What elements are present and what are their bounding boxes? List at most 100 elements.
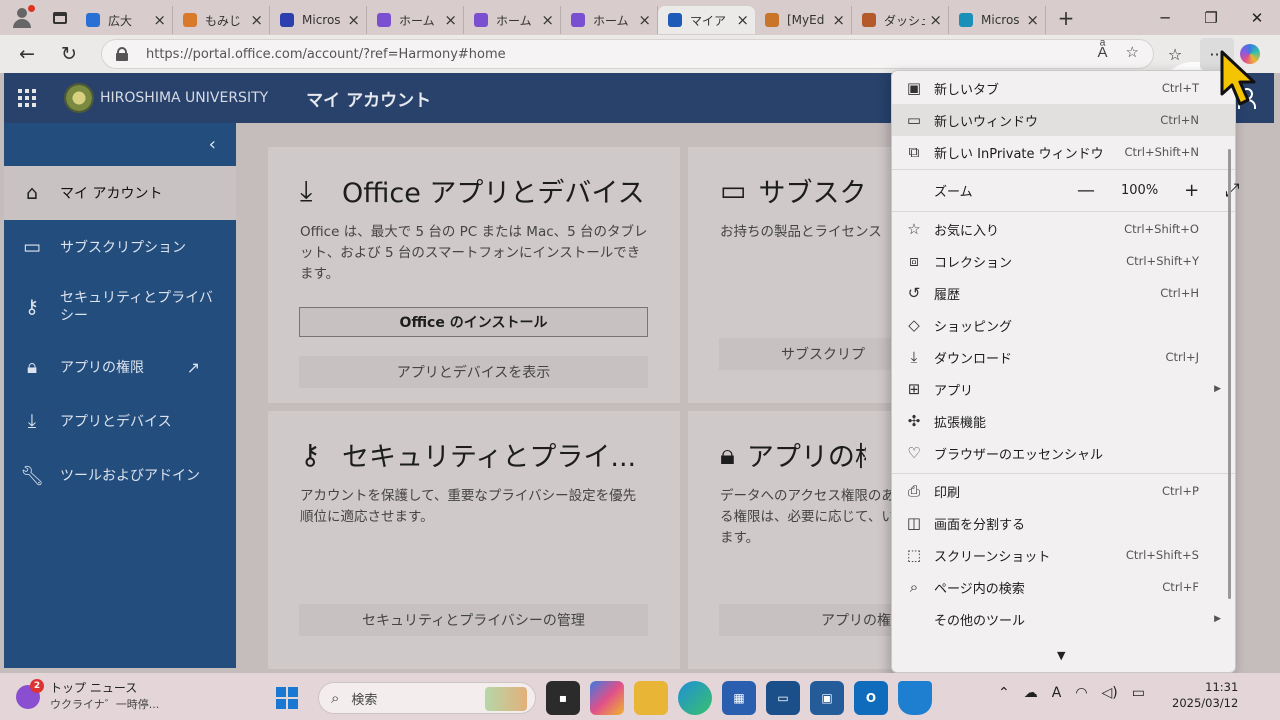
store-app-icon[interactable]: ▦ [722, 681, 756, 715]
menu-item[interactable]: その他のツール ▶ [892, 603, 1235, 635]
back-button[interactable]: ← [6, 35, 48, 73]
defender-app-icon[interactable] [898, 681, 932, 715]
sidebar-item-label: アプリの権限 [60, 360, 144, 376]
subscription-button[interactable]: サブスクリプ [719, 338, 891, 370]
taskbar-search[interactable]: ⌕ 検索 [318, 682, 536, 714]
menu-item[interactable]: ⬚ スクリーンショット Ctrl+Shift+S [892, 539, 1235, 571]
menu-item[interactable]: ▭ 新しいウィンドウ Ctrl+N [892, 104, 1235, 136]
apps-card-title-row: 🔒︎ アプリの権 [720, 435, 866, 474]
new-window-icon: ▭ [906, 111, 922, 129]
lock-icon[interactable] [116, 47, 128, 61]
volume-icon[interactable]: ◁) [1102, 685, 1118, 701]
browser-tab[interactable]: マイア × [658, 6, 755, 34]
close-tab-icon[interactable]: × [832, 11, 845, 29]
app-permissions-button[interactable]: アプリの権 [719, 604, 891, 636]
security-card-title-row: ⚷ セキュリティとプライ... [300, 435, 648, 474]
org-logo[interactable]: HIROSHIMA UNIVERSITY [64, 83, 268, 113]
menu-item[interactable]: ◫ 画面を分割する [892, 507, 1235, 539]
menu-item[interactable]: ⌕ ページ内の検索 Ctrl+F [892, 571, 1235, 603]
minimize-button[interactable]: ─ [1142, 0, 1188, 35]
browser-tab[interactable]: ホーム | × [464, 6, 561, 34]
restore-button[interactable]: ❐ [1188, 0, 1234, 35]
close-tab-icon[interactable]: × [1026, 11, 1039, 29]
tab-actions-icon[interactable] [44, 0, 76, 35]
ime-indicator[interactable]: A [1052, 685, 1062, 701]
menu-item-label: 拡張機能 [934, 415, 987, 431]
menu-item[interactable]: ▣ 新しいタブ Ctrl+T [892, 72, 1235, 104]
install-office-button[interactable]: Office のインストール [299, 307, 648, 337]
teams-app-icon[interactable]: ▣ [810, 681, 844, 715]
news-widget[interactable]: 2 トップ ニュース ウクライナ゛一時停... [16, 679, 159, 712]
external-link-icon: ↗ [186, 357, 200, 377]
zoom-in-button[interactable]: + [1184, 180, 1199, 201]
view-apps-devices-button[interactable]: アプリとデバイスを表示 [299, 356, 648, 388]
menu-item[interactable]: ⧉ 新しい InPrivate ウィンドウ Ctrl+Shift+N [892, 136, 1235, 168]
menu-item[interactable]: ⎙ 印刷 Ctrl+P [892, 475, 1235, 507]
close-tab-icon[interactable]: × [736, 11, 749, 29]
menu-item[interactable]: ◇ ショッピング [892, 309, 1235, 341]
close-tab-icon[interactable]: × [250, 11, 263, 29]
menu-item[interactable]: ↺ 履歴 Ctrl+H [892, 277, 1235, 309]
copilot-app-icon[interactable] [590, 681, 624, 715]
close-tab-icon[interactable]: × [347, 11, 360, 29]
clock-time: 11:31 [1205, 680, 1239, 694]
browser-tab[interactable]: [MyEd × [755, 6, 852, 34]
zoom-out-button[interactable]: — [1077, 180, 1095, 201]
favorites-bar-icon[interactable]: ☆ [1158, 38, 1192, 70]
sidebar-item[interactable]: ⚷ セキュリティとプライバシー [4, 274, 236, 340]
tab-title: 広大 [108, 13, 133, 28]
new-tab-icon: ▣ [906, 79, 922, 97]
favorites-icon: ☆ [907, 220, 921, 238]
menu-item[interactable]: ⤓ ダウンロード Ctrl+J [892, 341, 1235, 373]
menu-item[interactable]: ✣ 拡張機能 [892, 405, 1235, 437]
browser-tab[interactable]: Micros × [949, 6, 1046, 34]
manage-security-button[interactable]: セキュリティとプライバシーの管理 [299, 604, 648, 636]
read-aloud-icon[interactable]: Aͣ [1098, 43, 1108, 61]
menu-scrollbar[interactable] [1228, 149, 1231, 599]
sidebar-item[interactable]: ⌂ マイ アカウント [4, 166, 236, 220]
remote-desktop-icon[interactable]: ▭ [766, 681, 800, 715]
close-tab-icon[interactable]: × [153, 11, 166, 29]
battery-icon[interactable]: ▭ [1132, 685, 1145, 701]
address-bar[interactable]: https://portal.office.com/account/?ref=H… [101, 39, 1154, 69]
outlook-app-icon[interactable]: O [854, 681, 888, 715]
file-explorer-icon[interactable] [634, 681, 668, 715]
clock[interactable]: 11:31 2025/03/12 [1172, 679, 1238, 711]
close-window-button[interactable]: ✕ [1234, 0, 1280, 35]
tray-chevron-icon[interactable]: ⌃ [998, 685, 1010, 701]
edge-browser-icon[interactable] [678, 681, 712, 715]
sidebar-item[interactable]: ⤓ アプリとデバイス [4, 394, 236, 448]
browser-tab[interactable]: ダッシュ × [852, 6, 949, 34]
close-tab-icon[interactable]: × [638, 11, 651, 29]
app-launcher-icon[interactable] [4, 73, 50, 123]
browser-tab[interactable]: 広大 × [76, 6, 173, 34]
scroll-down-icon[interactable]: ▼ [1057, 649, 1065, 662]
onedrive-icon[interactable]: ☁ [1024, 685, 1038, 701]
start-button[interactable] [276, 687, 298, 709]
browser-tab[interactable]: もみじ × [173, 6, 270, 34]
wifi-icon[interactable]: ◠ [1075, 685, 1087, 701]
menu-item-shortcut: Ctrl+Shift+S [1125, 548, 1199, 562]
browser-tab[interactable]: ホーム | × [367, 6, 464, 34]
new-tab-button[interactable]: + [1046, 6, 1086, 30]
sidebar-item[interactable]: 🔒︎ アプリの権限 ↗ [4, 340, 236, 394]
close-tab-icon[interactable]: × [541, 11, 554, 29]
terminal-app-icon[interactable]: ▪ [546, 681, 580, 715]
refresh-button[interactable]: ↻ [48, 35, 90, 73]
collapse-sidebar-icon[interactable]: ‹ [4, 123, 236, 166]
profile-avatar-icon[interactable] [0, 0, 44, 35]
favorite-star-icon[interactable]: ☆ [1126, 43, 1139, 61]
url-text[interactable]: https://portal.office.com/account/?ref=H… [146, 47, 506, 62]
menu-item[interactable]: ☆ お気に入り Ctrl+Shift+O [892, 213, 1235, 245]
sidebar-item[interactable]: ▭ サブスクリプション [4, 220, 236, 274]
lock-icon: 🔒︎ [720, 437, 735, 471]
menu-item[interactable]: ⧈ コレクション Ctrl+Shift+Y [892, 245, 1235, 277]
menu-item[interactable]: ♡ ブラウザーのエッセンシャル [892, 437, 1235, 469]
menu-item[interactable]: ⊞ アプリ ▶ [892, 373, 1235, 405]
browser-tab[interactable]: ホーム | × [561, 6, 658, 34]
sidebar-item[interactable]: 🔧︎ ツールおよびアドイン [4, 448, 236, 502]
tab-title: ホーム | [496, 13, 538, 28]
close-tab-icon[interactable]: × [444, 11, 457, 29]
close-tab-icon[interactable]: × [929, 11, 942, 29]
browser-tab[interactable]: Micros × [270, 6, 367, 34]
